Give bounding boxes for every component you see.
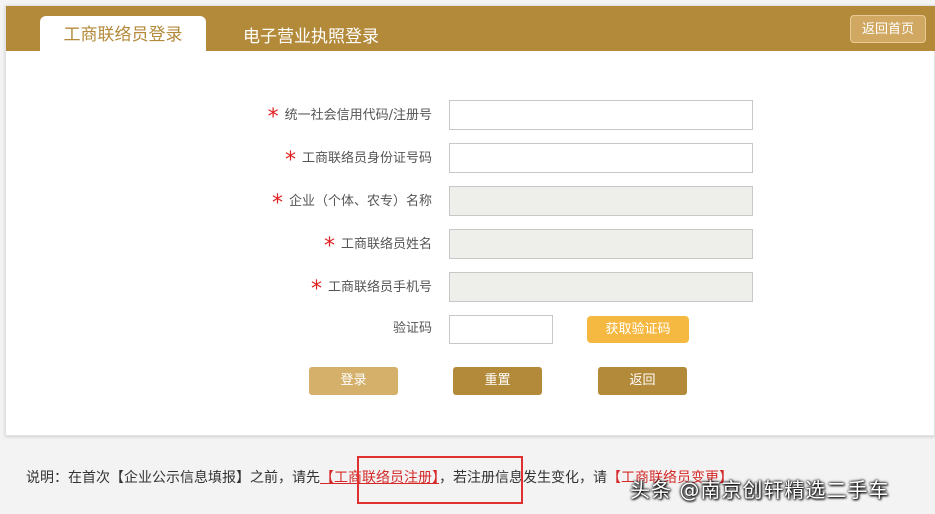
id-number-input[interactable]	[449, 143, 753, 173]
reset-button[interactable]: 重置	[453, 367, 542, 395]
required-mark: *	[284, 148, 296, 173]
captcha-label: 验证码	[392, 321, 432, 336]
back-button[interactable]: 返回	[598, 367, 687, 395]
id-number-label: * 工商联络员身份证号码	[284, 148, 432, 173]
required-mark: *	[267, 105, 279, 130]
tab-header: 工商联络员登录 电子营业执照登录 返回首页	[6, 6, 935, 52]
phone-label: * 工商联络员手机号	[310, 277, 432, 302]
company-name-label: * 企业（个体、农专）名称	[271, 191, 432, 216]
required-mark: *	[323, 234, 335, 259]
login-panel: 工商联络员登录 电子营业执照登录 返回首页 * 统一社会信用代码/注册号 * 工商联…	[5, 5, 935, 436]
watermark-text: 头条 @南京创轩精选二手车	[630, 478, 890, 502]
required-mark: *	[271, 191, 283, 216]
company-name-input	[449, 186, 753, 216]
captcha-input[interactable]	[449, 315, 553, 344]
liaison-name-label: * 工商联络员姓名	[323, 234, 432, 259]
required-mark: *	[310, 277, 322, 302]
get-captcha-button[interactable]: 获取验证码	[587, 316, 689, 343]
credit-code-input[interactable]	[449, 100, 753, 130]
tab-e-license-login[interactable]: 电子营业执照登录	[228, 16, 394, 52]
annotation-highlight-box	[357, 456, 523, 504]
back-home-button[interactable]: 返回首页	[850, 15, 926, 43]
phone-input	[449, 272, 753, 302]
tab-liaison-login[interactable]: 工商联络员登录	[40, 16, 206, 52]
credit-code-label: * 统一社会信用代码/注册号	[267, 105, 432, 130]
liaison-name-input	[449, 229, 753, 259]
login-button[interactable]: 登录	[309, 367, 398, 395]
